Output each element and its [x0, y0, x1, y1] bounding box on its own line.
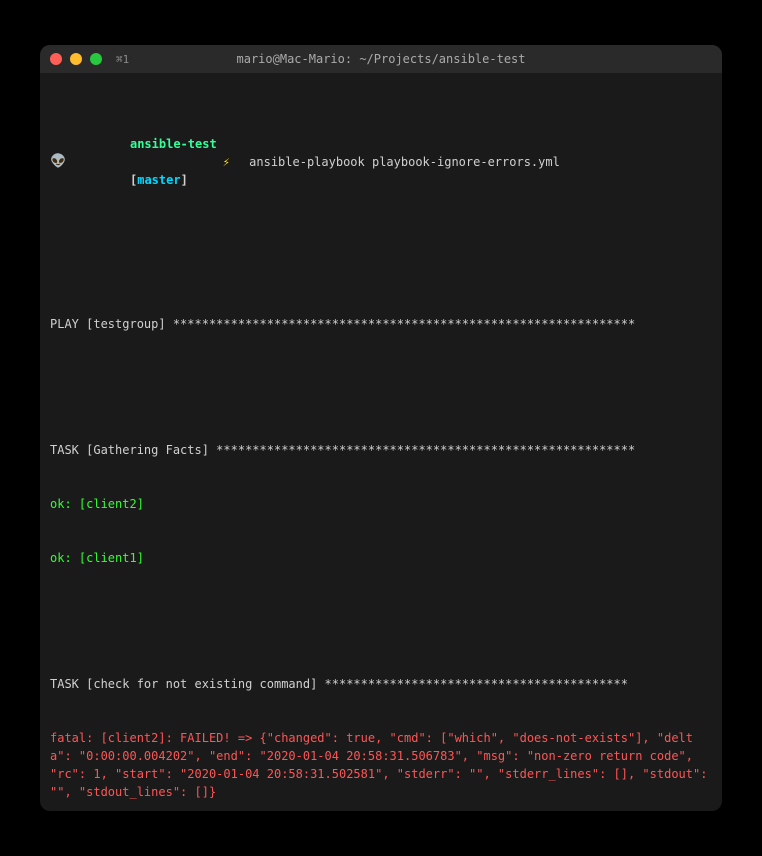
terminal-window: ⌘1 mario@Mac-Mario: ~/Projects/ansible-t…	[40, 45, 722, 811]
branch-close: ]	[181, 173, 188, 187]
close-icon[interactable]	[50, 53, 62, 65]
fatal-output: fatal: [client2]: FAILED! => {"changed":…	[50, 729, 712, 801]
titlebar: ⌘1 mario@Mac-Mario: ~/Projects/ansible-t…	[40, 45, 722, 73]
command-text: ansible-playbook playbook-ignore-errors.…	[249, 153, 560, 171]
output-line: ok: [client2]	[50, 495, 712, 513]
task-gather-header: TASK [Gathering Facts] *****************…	[50, 441, 712, 459]
terminal-body[interactable]: 👽 ansible-test [master] ⚡ ansible-playbo…	[40, 73, 722, 811]
prompt-line: 👽 ansible-test [master] ⚡ ansible-playbo…	[50, 117, 712, 207]
bolt-icon: ⚡	[223, 153, 230, 171]
traffic-lights	[50, 53, 102, 65]
window-title: mario@Mac-Mario: ~/Projects/ansible-test	[237, 52, 526, 66]
git-branch: master	[137, 173, 180, 187]
play-header: PLAY [testgroup] ***********************…	[50, 315, 712, 333]
output-line: ok: [client1]	[50, 549, 712, 567]
prompt-icon: 👽	[50, 152, 66, 172]
maximize-icon[interactable]	[90, 53, 102, 65]
task-check-header: TASK [check for not existing command] **…	[50, 675, 712, 693]
tab-label: ⌘1	[116, 53, 129, 66]
prompt-dir: ansible-test	[130, 137, 217, 151]
minimize-icon[interactable]	[70, 53, 82, 65]
